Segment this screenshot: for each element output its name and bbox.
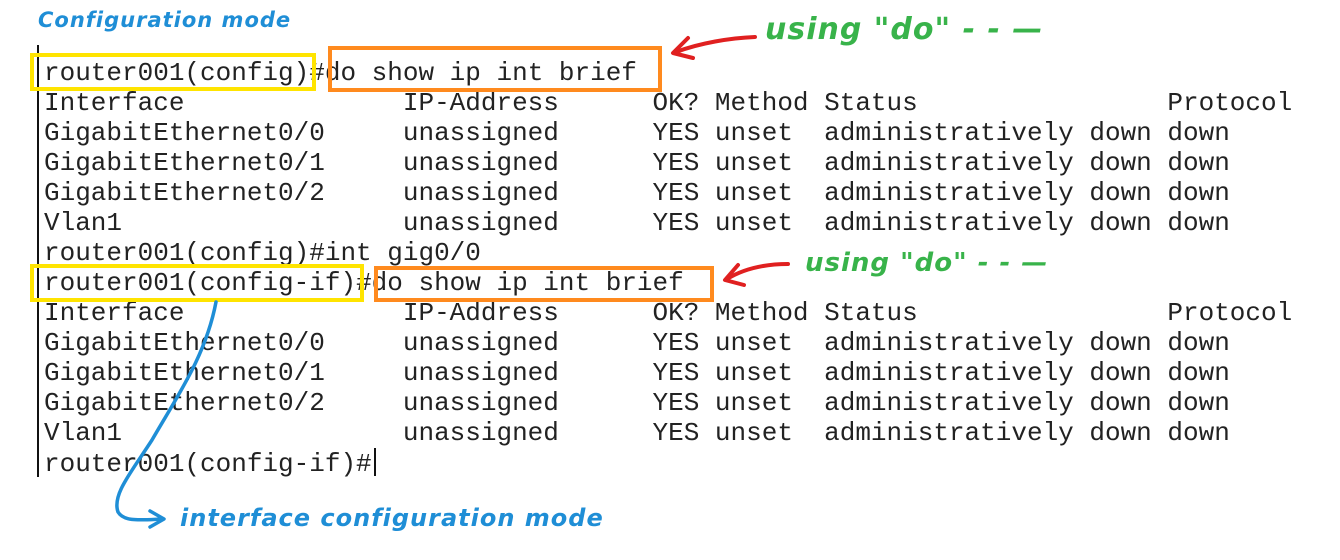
table-header: Interface IP-Address OK? Method Status P… [44,88,1293,118]
interface-configuration-mode-label: interface configuration mode [180,504,604,532]
final-prompt: router001(config-if)# [44,449,372,479]
using-do-label-top: using "do" - - — [765,12,1044,47]
table-row: GigabitEthernet0/0 unassigned YES unset … [44,118,1230,148]
red-arrow-top-icon [674,35,757,54]
command-do-show-ip-int-brief: do show ip int brief [324,58,637,88]
table-row: GigabitEthernet0/1 unassigned YES unset … [44,148,1230,178]
command-do-show-ip-int-brief: do show ip int brief [371,268,684,298]
prompt-hash: # [356,268,372,298]
final-prompt-line[interactable]: router001(config-if)# [44,448,376,479]
table-header: Interface IP-Address OK? Method Status P… [44,298,1293,328]
using-do-label-bottom: using "do" - - — [805,248,1049,278]
blue-arrowhead-icon [148,509,166,529]
table-row: Vlan1 unassigned YES unset administrativ… [44,418,1230,448]
terminal-left-border [37,45,39,477]
command-line-config: router001(config)#do show ip int brief [44,58,637,88]
prompt-hash: # [309,58,325,88]
annotated-terminal-screenshot: Configuration mode using "do" - - — usin… [0,0,1340,560]
text-cursor [373,448,376,476]
command-line-int-gig: router001(config)#int gig0/0 [44,238,481,268]
table-row: GigabitEthernet0/0 unassigned YES unset … [44,328,1230,358]
red-arrow-bottom-icon [725,262,790,281]
configuration-mode-label: Configuration mode [38,8,292,32]
red-arrowhead-bottom-icon [723,263,746,287]
command-line-config-if: router001(config-if)#do show ip int brie… [44,268,684,298]
table-row: GigabitEthernet0/2 unassigned YES unset … [44,388,1230,418]
red-arrowhead-top-icon [671,36,695,60]
table-row: GigabitEthernet0/2 unassigned YES unset … [44,178,1230,208]
prompt-config: router001(config) [44,58,310,88]
prompt-config-if: router001(config-if) [44,268,357,298]
table-row: Vlan1 unassigned YES unset administrativ… [44,208,1230,238]
table-row: GigabitEthernet0/1 unassigned YES unset … [44,358,1230,388]
